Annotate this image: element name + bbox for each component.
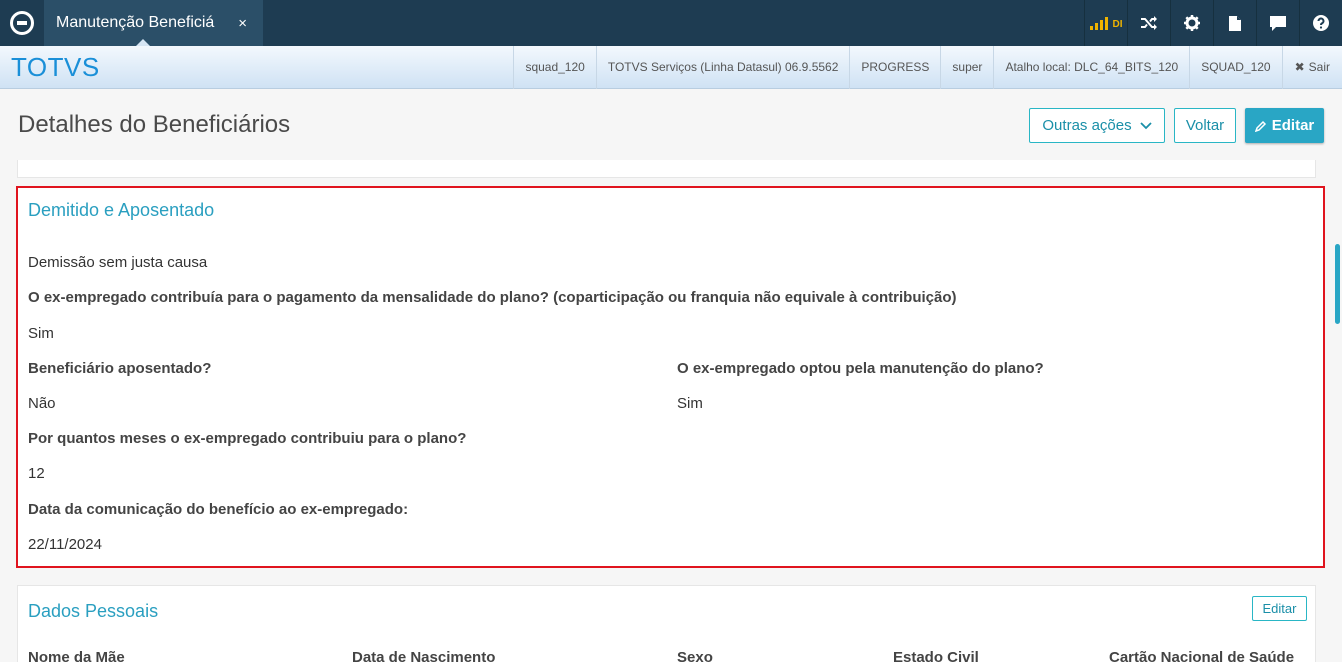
back-label: Voltar [1185,117,1225,134]
edit-label: Editar [1271,117,1315,134]
months-label: Por quantos meses o ex-empregado contrib… [28,430,467,447]
edit-button[interactable]: Editar [1245,108,1324,143]
messages-button[interactable] [1256,0,1299,46]
dismissal-reason-value: Demissão sem justa causa [28,254,208,271]
tab-manutencao-beneficiario[interactable]: Manutenção Beneficiá × [44,0,263,46]
brand-title: TOTVS [11,51,100,82]
header-info-shortcut: Atalho local: DLC_64_BITS_120 [993,45,1189,89]
mother-name-label: Nome da Mãe [28,649,125,662]
previous-card-bottom [17,160,1316,178]
gear-icon [1184,15,1200,31]
sex-label: Sexo [677,649,713,662]
document-button[interactable] [1213,0,1256,46]
kept-plan-label: O ex-empregado optou pela manutenção do … [677,360,1044,377]
page-title: Detalhes do Beneficiários [18,111,291,138]
header-info-database: PROGRESS [849,45,940,89]
other-actions-label: Outras ações [1042,117,1132,134]
help-button[interactable] [1299,0,1342,46]
header-info-squad: squad_120 [513,45,595,89]
document-icon [1229,15,1241,31]
back-button[interactable]: Voltar [1174,108,1236,143]
months-value: 12 [28,465,45,482]
kept-plan-value: Sim [677,395,703,412]
communication-date-value: 22/11/2024 [28,536,102,553]
pencil-icon [1254,120,1266,132]
edit-personal-button[interactable]: Editar [1252,596,1307,621]
health-card-label: Cartão Nacional de Saúde [1109,649,1295,662]
header-info-product: TOTVS Serviços (Linha Datasul) 06.9.5562 [595,45,850,89]
logout-button[interactable]: ✖ Sair [1281,45,1342,89]
edit-personal-label: Editar [1262,601,1297,616]
birth-date-label: Data de Nascimento [352,649,496,662]
close-icon: ✖ [1294,60,1305,74]
section-title-personal: Dados Pessoais [28,601,159,621]
marital-status-label: Estado Civil [893,649,979,662]
chat-icon [1270,15,1286,31]
totvs-logo-icon [10,11,34,35]
contributed-value: Sim [28,325,54,342]
shuffle-icon [1141,16,1157,30]
other-actions-button[interactable]: Outras ações [1029,108,1165,143]
di-label: DI [1112,18,1123,30]
chevron-down-icon [1139,121,1152,129]
contributed-label: O ex-empregado contribuía para o pagamen… [28,289,957,306]
header-info-environment: SQUAD_120 [1189,45,1281,89]
tab-close-icon[interactable]: × [238,15,247,32]
retired-label: Beneficiário aposentado? [28,360,212,377]
settings-button[interactable] [1170,0,1213,46]
help-icon [1313,15,1329,31]
tab-label: Manutenção Beneficiá [56,14,215,31]
logout-label: Sair [1308,60,1330,74]
scrollbar-thumb[interactable] [1335,244,1340,324]
header-bar: TOTVS squad_120 TOTVS Serviços (Linha Da… [0,45,1342,89]
communication-date-label: Data da comunicação do benefício ao ex-e… [28,501,409,518]
header-info-user: super [940,45,993,89]
retired-value: Não [28,395,56,412]
section-title-dismissed: Demitido e Aposentado [28,200,215,220]
top-bar: Manutenção Beneficiá × DI [0,0,1342,46]
signal-bars-icon: DI [1089,16,1123,30]
menu-logo-button[interactable] [0,0,44,46]
shuffle-button[interactable] [1127,0,1170,46]
signal-di-button[interactable]: DI [1084,0,1127,46]
